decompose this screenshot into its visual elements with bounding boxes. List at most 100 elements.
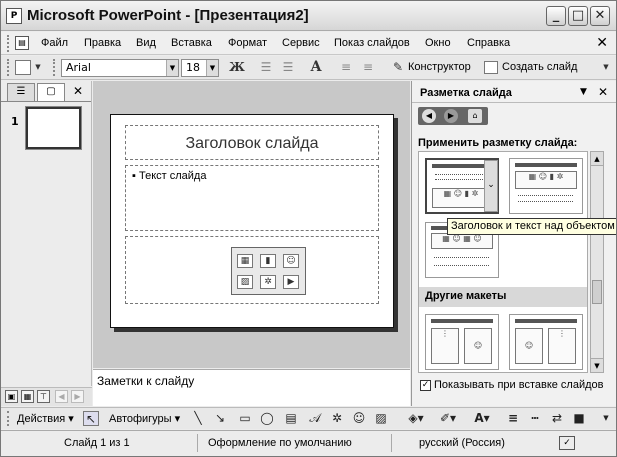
toolbar-options-icon[interactable]: ▼ [601,59,611,76]
toolbar-grip[interactable] [53,59,56,76]
insert-picture-icon[interactable]: ▨ [237,275,253,289]
status-slide-count: Слайд 1 из 1 [64,437,130,449]
textbox-icon[interactable]: ▤ [283,411,299,426]
designer-icon[interactable]: ✎ [390,59,406,76]
bold-button[interactable]: Ж [227,59,247,76]
oval-icon[interactable]: ◯ [259,411,275,426]
arrow-style-icon[interactable]: ⇄ [549,411,565,426]
dropdown-arrow-icon[interactable]: ▼ [33,59,43,76]
close-pane-icon[interactable]: ✕ [73,84,83,98]
fill-color-icon[interactable]: ◈▾ [405,411,427,426]
object-placeholder[interactable]: ▦ ▮ ☺ ▨ ✲ ▶ [125,236,379,304]
autoshapes-menu[interactable]: Автофигуры ▾ [109,412,180,425]
tab-outline[interactable]: ☰ [7,83,35,101]
layout-content-box: ▦ ☺ ▮ ✲ [515,171,577,189]
menu-window[interactable]: Окно [425,37,451,49]
dropdown-arrow-icon[interactable]: ▼ [166,60,178,76]
scroll-up-icon[interactable]: ▲ [591,152,603,166]
menu-help[interactable]: Справка [467,37,510,49]
font-color-icon[interactable]: A▾ [471,411,493,426]
home-icon[interactable]: ⌂ [468,109,482,123]
show-on-insert-label[interactable]: Показывать при вставке слайдов [434,379,604,391]
close-document-icon[interactable]: ✕ [596,35,608,51]
task-pane-header: Разметка слайда ▼ ✕ [412,83,616,103]
bullet-icon: ▪ [132,170,139,182]
toolbar-grip[interactable] [7,59,10,76]
scroll-thumb[interactable] [592,280,602,304]
maximize-button[interactable]: □ [568,6,588,26]
scroll-right-icon[interactable]: ▶ [71,390,84,403]
drawing-toolbar: Действия ▾ ↖ Автофигуры ▾ ╲ ↘ ▭ ◯ ▤ 𝒜 ✲ … [1,407,616,429]
title-placeholder[interactable]: Заголовок слайда [125,125,379,160]
rectangle-icon[interactable]: ▭ [237,411,253,426]
arrow-icon[interactable]: ↘ [213,411,227,426]
document-icon[interactable]: ▤ [15,36,29,50]
slide-thumbnail[interactable] [25,106,82,150]
diagram-icon[interactable]: ✲ [329,411,345,426]
bulleted-list-icon[interactable]: ☰ [279,59,297,76]
normal-view-icon[interactable]: ▣ [5,390,18,403]
new-slide-button[interactable]: Создать слайд [502,61,577,73]
toolbar-grip[interactable] [7,411,10,426]
text-placeholder[interactable]: ▪ Текст слайда [125,165,379,231]
notes-pane[interactable]: Заметки к слайду [93,369,410,406]
forward-icon[interactable]: ▶ [444,109,458,123]
clipart-icon[interactable]: ☺ [351,411,367,426]
select-pointer-icon[interactable]: ↖ [83,411,99,426]
sorter-view-icon[interactable]: ▦ [21,390,34,403]
layout-text-and-clipart[interactable]: ⋮ ☺ [425,314,499,370]
scroll-down-icon[interactable]: ▼ [591,358,603,372]
insert-table-icon[interactable]: ▦ [237,254,253,268]
close-icon[interactable]: ✕ [598,85,608,99]
layout-content-over-text[interactable]: ▦ ☺ ▮ ✲ [509,158,583,214]
toolbar-grip[interactable] [7,35,10,52]
numbered-list-icon[interactable]: ☰ [257,59,275,76]
line-color-icon[interactable]: ✐▾ [437,411,459,426]
layouts-scrollbar[interactable]: ▲ ▼ [590,151,604,373]
task-pane-menu-icon[interactable]: ▼ [580,87,587,97]
dash-style-icon[interactable]: ┅ [527,411,543,426]
slide-canvas[interactable]: Заголовок слайда ▪ Текст слайда ▦ ▮ ☺ ▨ … [110,114,394,328]
line-icon[interactable]: ╲ [191,411,205,426]
new-document-icon[interactable] [15,60,31,75]
tab-slides[interactable]: ▢ [37,83,65,101]
menu-edit[interactable]: Правка [84,37,121,49]
decrease-indent-icon[interactable]: ≡ [337,59,355,76]
scroll-left-icon[interactable]: ◀ [55,390,68,403]
menu-slideshow[interactable]: Показ слайдов [334,37,410,49]
shadow-style-icon[interactable]: ■ [571,411,587,426]
menu-tools[interactable]: Сервис [282,37,320,49]
spelling-check-icon[interactable]: ✓ [559,436,575,450]
menu-format[interactable]: Формат [228,37,267,49]
dropdown-arrow-icon[interactable]: ▼ [206,60,218,76]
designer-button[interactable]: Конструктор [408,61,471,73]
new-slide-icon[interactable] [484,61,498,74]
actions-menu[interactable]: Действия ▾ [17,412,74,425]
task-pane-title[interactable]: Разметка слайда [420,87,512,99]
insert-chart-icon[interactable]: ▮ [260,254,276,268]
font-size-select[interactable]: 18 ▼ [181,59,219,77]
insert-media-icon[interactable]: ▶ [283,275,299,289]
back-icon[interactable]: ◀ [422,109,436,123]
menu-insert[interactable]: Вставка [171,37,212,49]
layout-text-line [434,265,489,266]
powerpoint-icon[interactable]: P [6,8,22,24]
minimize-button[interactable]: _ [546,6,566,26]
font-name-select[interactable]: Arial ▼ [61,59,179,77]
insert-clipart-icon[interactable]: ☺ [283,254,299,268]
picture-icon[interactable]: ▨ [373,411,389,426]
line-style-icon[interactable]: ≡ [505,411,521,426]
increase-indent-icon[interactable]: ≡ [359,59,377,76]
wordart-icon[interactable]: 𝒜 [307,411,323,426]
menu-view[interactable]: Вид [136,37,156,49]
toolbar-options-icon[interactable]: ▼ [601,411,611,426]
slideshow-view-icon[interactable]: ⊤ [37,390,50,403]
layout-clipart-and-text[interactable]: ☺ ⋮ [509,314,583,370]
increase-font-button[interactable]: A [306,59,326,76]
menu-file[interactable]: Файл [41,37,68,49]
layout-dropdown-icon[interactable]: ⌄ [484,160,498,212]
notes-placeholder[interactable]: Заметки к слайду [97,374,194,388]
close-button[interactable]: ✕ [590,6,610,26]
show-on-insert-checkbox[interactable]: ✓ [420,380,431,391]
insert-diagram-icon[interactable]: ✲ [260,275,276,289]
